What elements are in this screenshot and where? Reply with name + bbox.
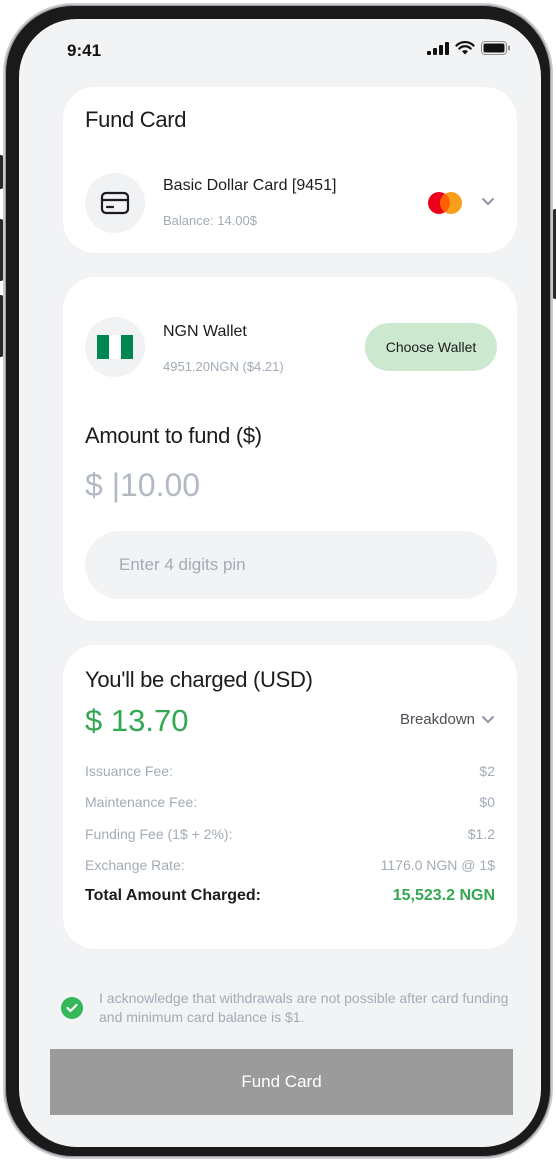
fee-value: $1.2	[467, 826, 495, 842]
amount-label: Amount to fund ($)	[85, 423, 262, 448]
wallet-amount-section: NGN Wallet 4951.20NGN ($4.21) Choose Wal…	[63, 277, 517, 621]
fund-card-button[interactable]: Fund Card	[50, 1049, 513, 1115]
wallet-icon-container	[85, 317, 145, 377]
charge-heading: You'll be charged (USD)	[85, 667, 313, 692]
card-balance: Balance: 14.00$	[163, 213, 257, 228]
system-icons	[427, 41, 511, 55]
card-icon-container	[85, 173, 145, 233]
battery-icon	[481, 41, 510, 55]
card-name: Basic Dollar Card [9451]	[163, 177, 337, 194]
status-time: 9:41	[67, 41, 102, 60]
fund-card-section: Fund Card Basic Dollar Card [9451] Balan…	[63, 87, 517, 253]
volume-up-button	[0, 219, 3, 281]
fee-row-maintenance: Maintenance Fee: $0	[85, 794, 495, 810]
fee-row-funding: Funding Fee (1$ + 2%): $1.2	[85, 826, 495, 842]
fee-value: $2	[479, 763, 495, 779]
total-value: 15,523.2 NGN	[392, 887, 495, 904]
charge-amount: $ 13.70	[85, 703, 189, 738]
volume-down-button	[0, 295, 3, 357]
fee-label: Funding Fee (1$ + 2%):	[85, 826, 233, 842]
check-icon	[66, 1003, 78, 1013]
fee-label: Exchange Rate:	[85, 857, 185, 873]
acknowledge-checkbox[interactable]	[61, 997, 83, 1019]
section-title: Fund Card	[85, 107, 187, 132]
breakdown-toggle[interactable]: Breakdown	[400, 711, 495, 728]
mastercard-icon	[428, 192, 462, 214]
chevron-down-icon	[482, 715, 494, 723]
fee-label: Issuance Fee:	[85, 763, 173, 779]
mute-switch	[0, 155, 3, 189]
wallet-balance: 4951.20NGN ($4.21)	[163, 359, 284, 374]
charge-summary-section: You'll be charged (USD) $ 13.70 Breakdow…	[63, 645, 517, 949]
breakdown-label: Breakdown	[399, 711, 475, 728]
fee-value: 1176.0 NGN @ 1$	[380, 857, 495, 873]
signal-icon	[427, 41, 449, 55]
fee-label: Maintenance Fee:	[85, 794, 198, 810]
credit-card-icon	[100, 191, 130, 215]
fee-row-issuance: Issuance Fee: $2	[85, 763, 495, 779]
choose-wallet-button[interactable]: Choose Wallet	[365, 323, 497, 371]
wifi-icon	[455, 41, 475, 55]
amount-input[interactable]: $ |10.00	[85, 467, 200, 504]
chevron-down-icon[interactable]	[481, 197, 495, 207]
phone-frame: 9:41 Fund Card Basic Dollar Card [9451] …	[0, 3, 556, 1159]
wallet-name: NGN Wallet	[163, 323, 247, 340]
fee-row-total: Total Amount Charged: 15,523.2 NGN	[85, 887, 495, 905]
total-label: Total Amount Charged:	[85, 887, 261, 904]
acknowledgement-text: I acknowledge that withdrawals are not p…	[99, 990, 509, 1025]
fee-row-exchange-rate: Exchange Rate: 1176.0 NGN @ 1$	[85, 857, 495, 873]
status-bar: 9:41	[19, 19, 541, 75]
fee-value: $0	[479, 794, 495, 810]
app-screen: 9:41 Fund Card Basic Dollar Card [9451] …	[19, 19, 541, 1147]
nigeria-flag-icon	[97, 335, 133, 359]
pin-input[interactable]: Enter 4 digits pin	[85, 531, 497, 599]
